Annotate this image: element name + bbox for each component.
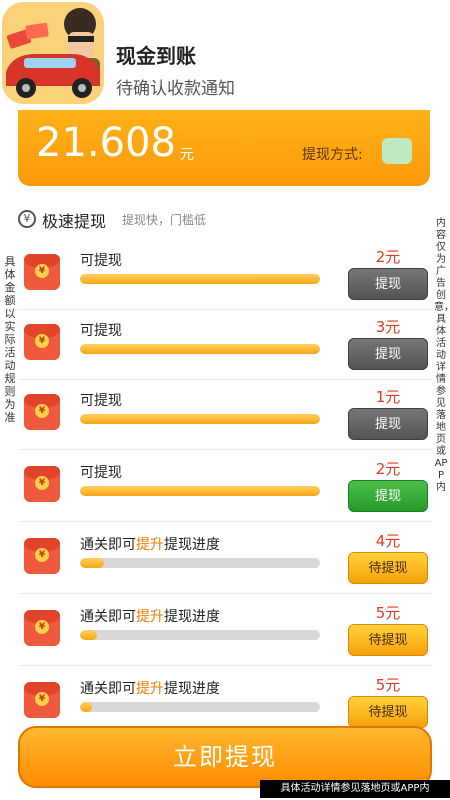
row-label: 可提现 <box>80 250 122 270</box>
reward-amount: 5元 <box>375 604 401 622</box>
withdraw-button[interactable]: 提现 <box>348 480 428 512</box>
row-label-text: 通关即可 <box>80 681 136 697</box>
red-envelope-icon: ¥ <box>24 466 60 502</box>
progress-bar <box>80 274 320 284</box>
left-disclaimer: 具体金额以实际活动规则为准 <box>4 255 16 424</box>
progress-bar <box>80 486 320 496</box>
progress-fill <box>80 558 104 568</box>
yen-coin-icon: ¥ <box>35 692 49 706</box>
row-label-text: 通关即可 <box>80 537 136 553</box>
row-label-text: 可提现 <box>80 393 122 409</box>
right-disclaimer: 内容仅为广告创意，具体活动详情参见落地页或APP内 <box>434 218 450 493</box>
withdraw-now-label: 立即提现 <box>173 743 277 771</box>
red-envelope-icon: ¥ <box>24 324 60 360</box>
row-label: 可提现 <box>80 390 122 410</box>
balance-amount: 21.608 <box>36 120 176 166</box>
app-icon <box>2 2 104 104</box>
progress-fill <box>80 630 97 640</box>
notification-header: 现金到账 待确认收款通知 <box>0 0 450 110</box>
progress-bar <box>80 630 320 640</box>
list-item: ¥ 可提现 2元提现 <box>18 452 432 522</box>
progress-fill <box>80 702 92 712</box>
balance-unit: 元 <box>180 147 194 163</box>
row-label: 可提现 <box>80 320 122 340</box>
red-envelope-icon: ¥ <box>24 394 60 430</box>
notification-subtitle: 待确认收款通知 <box>116 79 235 99</box>
progress-fill <box>80 414 320 424</box>
pending-withdraw-button[interactable]: 待提现 <box>348 696 428 728</box>
progress-bar <box>80 558 320 568</box>
yen-coin-icon: ¥ <box>35 620 49 634</box>
list-item: ¥ 可提现 3元提现 <box>18 310 432 380</box>
list-item: ¥ 可提现 2元提现 <box>18 240 432 310</box>
list-item: ¥ 通关即可提升提现进度 4元待提现 <box>18 524 432 594</box>
reward-amount: 2元 <box>375 460 401 478</box>
progress-fill <box>80 486 320 496</box>
withdraw-button[interactable]: 提现 <box>348 268 428 300</box>
red-envelope-icon: ¥ <box>24 682 60 718</box>
footer-disclaimer: 具体活动详情参见落地页或APP内 <box>260 780 450 798</box>
row-label-text: 可提现 <box>80 323 122 339</box>
row-label-highlight: 提升 <box>136 681 164 697</box>
balance-card: 21.608 元 提现方式: <box>18 110 430 186</box>
list-item: ¥ 通关即可提升提现进度 5元待提现 <box>18 596 432 666</box>
red-envelope-icon: ¥ <box>24 538 60 574</box>
section-title: 极速提现 <box>42 212 107 231</box>
row-label-tail: 提现进度 <box>164 681 220 697</box>
car-character-icon <box>2 2 104 104</box>
red-envelope-icon: ¥ <box>24 254 60 290</box>
row-label-highlight: 提升 <box>136 609 164 625</box>
reward-amount: 1元 <box>375 388 401 406</box>
list-item: ¥ 可提现 1元提现 <box>18 380 432 450</box>
withdraw-now-button[interactable]: 立即提现 <box>18 726 432 788</box>
row-label-text: 通关即可 <box>80 609 136 625</box>
section-subtitle: 提现快，门槛低 <box>122 213 207 227</box>
pending-withdraw-button[interactable]: 待提现 <box>348 624 428 656</box>
row-label-text: 可提现 <box>80 253 122 269</box>
reward-amount: 5元 <box>375 676 401 694</box>
row-label-tail: 提现进度 <box>164 609 220 625</box>
progress-bar <box>80 702 320 712</box>
yen-coin-icon: ¥ <box>35 476 49 490</box>
withdraw-method-label: 提现方式: <box>302 147 363 163</box>
yen-coin-icon: ¥ <box>35 404 49 418</box>
notification-title: 现金到账 <box>116 44 196 68</box>
progress-fill <box>80 344 320 354</box>
reward-amount: 4元 <box>375 532 401 550</box>
row-label: 通关即可提升提现进度 <box>80 606 220 626</box>
reward-amount: 2元 <box>375 248 401 266</box>
yen-coin-icon: ¥ <box>35 548 49 562</box>
progress-bar <box>80 344 320 354</box>
row-label: 可提现 <box>80 462 122 482</box>
row-label: 通关即可提升提现进度 <box>80 534 220 554</box>
progress-bar <box>80 414 320 424</box>
row-label-highlight: 提升 <box>136 537 164 553</box>
withdraw-button[interactable]: 提现 <box>348 408 428 440</box>
row-label-tail: 提现进度 <box>164 537 220 553</box>
row-label-text: 可提现 <box>80 465 122 481</box>
progress-fill <box>80 274 320 284</box>
withdraw-button[interactable]: 提现 <box>348 338 428 370</box>
reward-amount: 3元 <box>375 318 401 336</box>
pending-withdraw-button[interactable]: 待提现 <box>348 552 428 584</box>
wechat-icon[interactable] <box>382 138 412 164</box>
yen-coin-icon: ¥ <box>35 264 49 278</box>
red-envelope-icon: ¥ <box>24 610 60 646</box>
yen-coin-icon: ¥ <box>35 334 49 348</box>
yen-circle-icon: ¥ <box>18 210 36 228</box>
row-label: 通关即可提升提现进度 <box>80 678 220 698</box>
